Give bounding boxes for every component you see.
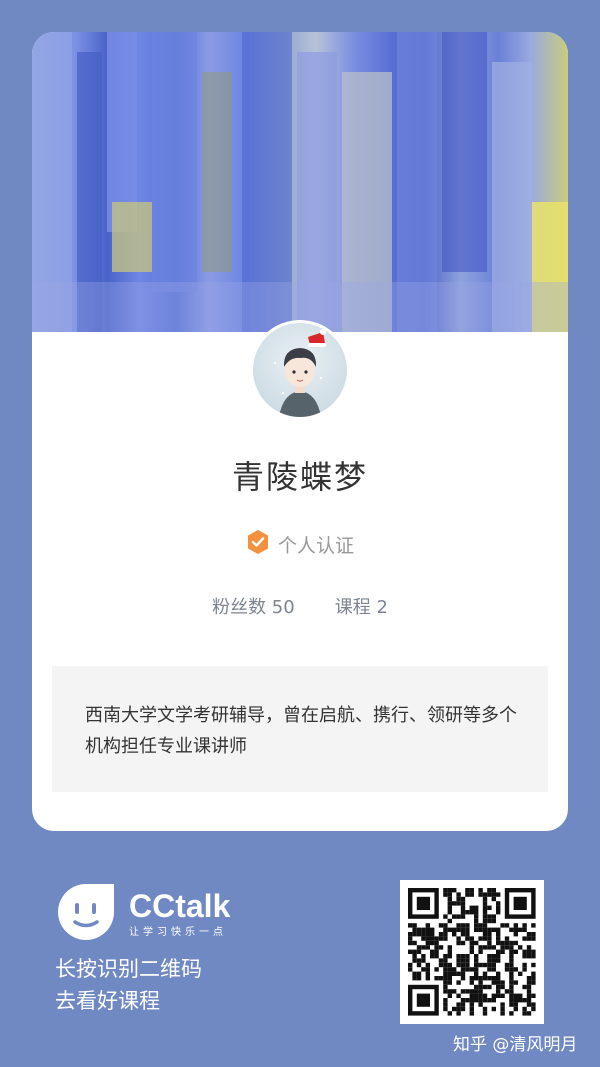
brand-name: CCtalk	[129, 888, 231, 924]
cctalk-face-icon	[55, 881, 117, 947]
qr-code[interactable]	[400, 880, 544, 1024]
qr-code-image	[408, 888, 536, 1016]
course-count[interactable]: 课程 2	[335, 593, 388, 619]
profile-card: 青陵蝶梦 个人认证 粉丝数 50 课程 2 西南大学文学考研辅导，曾在启航、携行…	[32, 32, 568, 831]
cover-banner	[32, 32, 568, 332]
certification-badge: 个人认证	[32, 529, 568, 559]
cover-paint-strokes	[32, 32, 568, 332]
cctalk-logo: CCtalk 让学习快乐一点	[55, 881, 230, 947]
check-shield-icon	[246, 529, 270, 559]
avatar[interactable]	[250, 320, 350, 420]
profile-name: 青陵蝶梦	[231, 458, 368, 496]
profile-stats: 粉丝数 50 课程 2	[32, 593, 568, 619]
fans-count[interactable]: 粉丝数 50	[212, 593, 295, 619]
watermark-text: 知乎 @清风明月	[453, 1035, 578, 1055]
certification-label: 个人认证	[277, 534, 354, 557]
intro-text: 西南大学文学考研辅导，曾在启航、携行、领研等多个机构担任专业课讲师	[85, 705, 517, 757]
brand-slogan: 让学习快乐一点	[129, 927, 227, 938]
intro-box: 西南大学文学考研辅导，曾在启航、携行、领研等多个机构担任专业课讲师	[52, 666, 548, 792]
promo-line-1: 长按识别二维码	[55, 957, 202, 981]
avatar-image	[253, 323, 347, 417]
promo-line-2: 去看好课程	[55, 989, 160, 1013]
